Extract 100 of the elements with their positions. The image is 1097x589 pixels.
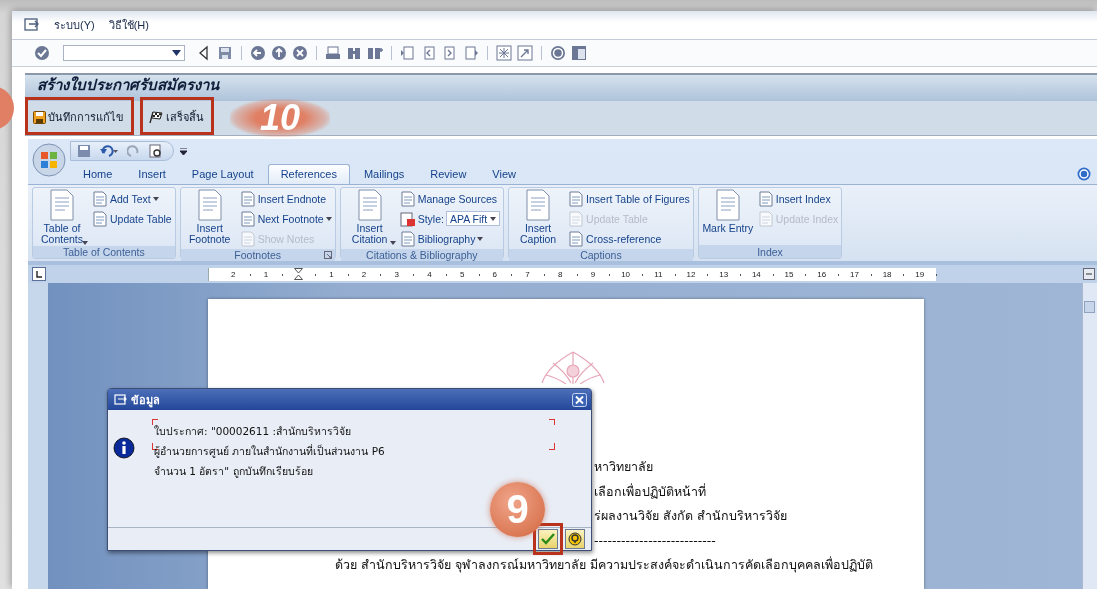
ribbon-button[interactable]: Insert Index [757,189,839,208]
style-label: Style: [417,212,444,225]
document-icon [568,190,585,207]
document-icon [92,210,108,227]
help-button[interactable] [565,529,585,549]
ruler-number: 5 [459,269,465,279]
callout-badge: 10 [230,99,331,137]
checkmark-icon [541,533,555,545]
ruler-number: 16 [817,269,827,279]
callout-badge: 9 [490,482,545,537]
save-button[interactable]: บันทึกการแก้ไข [30,106,127,128]
document-icon [239,210,256,227]
dropdown-arrow-icon [325,216,332,221]
ribbon-button[interactable]: Manage Sources [399,189,501,208]
previous-page-icon[interactable] [421,45,437,61]
customize-arrow-icon[interactable] [180,147,187,155]
undo-icon[interactable] [99,144,119,158]
ruler-number: 12 [686,269,696,279]
help-icon[interactable] [1077,166,1091,181]
ribbon-tab[interactable]: Page Layout [179,165,266,184]
ribbon-tab[interactable]: Home [71,165,125,184]
ruler-number: 17 [849,269,859,279]
next-page-icon[interactable] [442,45,458,61]
menu-item[interactable]: วิธีใช้(H) [108,16,149,34]
help-icon[interactable] [550,45,566,61]
office-button-icon[interactable] [32,143,66,177]
window-grid-icon[interactable] [496,45,512,61]
last-page-icon[interactable] [463,45,479,61]
document-text: ร่ผลงานวิจัย สังกัด สำนักบริหารวิจัย [594,507,787,525]
group-label: Table of Contents [63,246,145,258]
checkmark-icon[interactable] [34,45,50,61]
style-combo[interactable]: APA Fift [445,211,501,226]
print-preview-icon[interactable] [149,144,163,158]
ribbon-button[interactable]: Update Table [92,209,172,228]
screen-title: สร้างใบประกาศรับสมัครงาน [37,75,219,95]
large-ribbon-button[interactable]: Insert Citation [343,189,396,248]
ribbon-button[interactable]: Insert Table of Figures [568,189,690,208]
command-field[interactable] [63,45,185,61]
ribbon-button[interactable]: Add Text [92,189,172,208]
dropdown-arrow-icon [82,241,88,245]
document-icon [524,189,553,221]
document-icon [399,190,416,207]
dropdown-arrow-icon [152,196,159,201]
dropdown-arrow-icon[interactable] [172,50,181,56]
ruler-toggle-icon[interactable] [1083,268,1095,280]
ribbon-tab[interactable]: Mailings [351,165,417,184]
finish-button[interactable]: เสร็จสิ้น [145,106,207,128]
document-icon [757,210,774,227]
ruler-number: 1 [329,269,334,279]
back-circle-icon[interactable] [250,45,266,61]
document-icon [568,230,585,247]
large-ribbon-button[interactable]: Insert Caption [512,189,565,248]
dropdown-arrow-icon [389,241,396,245]
ruler-number: 1 [263,269,269,279]
document-text: --------------------------- [594,531,716,550]
ruler-number: 2 [361,269,367,279]
information-icon [113,437,135,459]
document-icon [713,189,742,221]
up-circle-icon[interactable] [271,45,287,61]
print-icon[interactable] [325,45,341,61]
ribbon-tab[interactable]: References [267,164,350,184]
tab-selector-icon[interactable] [32,267,46,281]
checkered-flag-icon [148,110,164,124]
document-icon [48,189,76,221]
save-icon[interactable] [77,144,91,158]
group-label: Index [757,245,783,258]
window-menu-icon[interactable] [114,393,127,406]
ruler[interactable]: 2 1 1 2 3 4 5 6 7 8 9 10 11 12 13 14 15 16 17 18 19 [208,267,937,281]
ribbon-tab[interactable]: Review [418,165,479,184]
document-icon [399,230,416,247]
ribbon-button[interactable]: Bibliography [399,229,501,248]
shortcut-window-icon[interactable] [517,45,533,61]
ribbon-button[interactable]: Cross-reference [568,229,690,248]
save-icon[interactable] [217,45,233,61]
window-menu-icon[interactable] [24,18,40,32]
confirm-button[interactable] [538,529,558,549]
group-label: Citations & Bibliography [366,249,478,261]
ribbon-button[interactable]: Next Footnote [239,209,332,228]
ribbon-button[interactable]: Insert Endnote [239,189,332,208]
ruler-number: 15 [784,269,794,279]
close-icon[interactable] [572,392,587,407]
ribbon-tab[interactable]: View [480,165,528,184]
ruler-number: 8 [558,269,563,279]
ruler-number: 18 [882,269,892,279]
ruler-number: 10 [621,269,631,279]
dialog-launcher-icon[interactable] [323,251,332,259]
cancel-circle-icon[interactable] [292,45,308,61]
indent-marker-icon[interactable] [294,268,304,280]
first-page-icon[interactable] [400,45,416,61]
ribbon-tab[interactable]: Insert [126,165,178,184]
menu-item[interactable]: ระบบ(Y) [54,16,95,34]
ruler-number: 7 [525,269,530,279]
layout-menu-icon[interactable] [571,45,587,61]
dropdown-arrow-icon [490,216,497,221]
large-ribbon-button[interactable]: Mark Entry [701,189,754,244]
group-label: Footnotes [234,249,281,261]
ruler-number: 2 [231,269,236,279]
large-ribbon-button[interactable]: Insert Footnote [183,189,236,248]
vertical-scrollbar[interactable] [1082,283,1097,589]
large-ribbon-button[interactable]: Table of Contents [36,189,88,245]
